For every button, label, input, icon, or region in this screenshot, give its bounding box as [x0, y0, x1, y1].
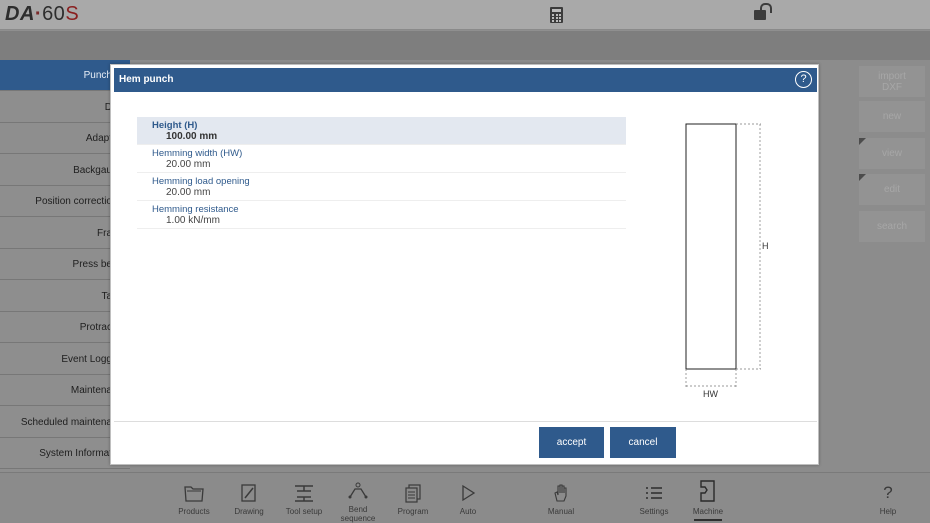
unlock-icon[interactable] — [754, 10, 766, 20]
param-hemming-width[interactable]: Hemming width (HW) 20.00 mm — [137, 145, 626, 173]
param-value: 1.00 kN/mm — [166, 215, 220, 226]
bend-sequence-icon — [348, 482, 368, 499]
accept-button[interactable]: accept — [539, 427, 604, 458]
divider — [114, 421, 817, 422]
param-hemming-load-opening[interactable]: Hemming load opening 20.00 mm — [137, 173, 626, 201]
calculator-icon[interactable] — [550, 7, 563, 23]
logo: DA·60S — [5, 3, 80, 25]
param-label: Hemming load opening — [152, 176, 250, 187]
param-value: 100.00 mm — [166, 131, 218, 142]
folder-icon — [184, 486, 204, 502]
dialog-header: Hem punch ? — [114, 68, 817, 92]
question-icon: ? — [883, 483, 893, 502]
list-icon — [646, 487, 662, 499]
nav-auto[interactable]: Auto — [446, 473, 490, 523]
nav-bend-sequence[interactable]: Bend sequence — [336, 473, 380, 523]
help-icon[interactable]: ? — [795, 71, 812, 88]
title-strip — [0, 31, 930, 60]
nav-tool-setup[interactable]: Tool setup — [282, 473, 326, 523]
nav-machine[interactable]: Machine — [686, 473, 730, 523]
param-value: 20.00 mm — [166, 159, 211, 170]
param-label: Height (H) — [152, 120, 198, 131]
hand-icon — [554, 484, 567, 502]
search-button[interactable]: search — [859, 211, 925, 242]
param-label: Hemming resistance — [152, 204, 239, 215]
param-hemming-resistance[interactable]: Hemming resistance 1.00 kN/mm — [137, 201, 626, 229]
import-dxf-button[interactable]: import DXF — [859, 66, 925, 97]
param-label: Hemming width (HW) — [152, 148, 243, 159]
nav-help[interactable]: ? Help — [866, 473, 910, 523]
dialog-title: Hem punch — [119, 74, 174, 85]
param-height[interactable]: Height (H) 100.00 mm — [137, 117, 626, 145]
width-label: HW — [703, 389, 718, 399]
new-button[interactable]: new — [859, 101, 925, 132]
view-button[interactable]: view — [859, 138, 925, 169]
nav-program[interactable]: Program — [391, 473, 435, 523]
nav-drawing[interactable]: Drawing — [227, 473, 271, 523]
tool-setup-icon — [295, 485, 313, 502]
hem-punch-dialog: Hem punch ? Height (H) 100.00 mm Hemming… — [110, 64, 819, 465]
pencil-icon — [241, 484, 256, 502]
punch-outline — [685, 123, 737, 370]
bottom-nav: Products Drawing Tool setup Bend sequenc… — [0, 472, 930, 523]
top-bar: DA·60S — [0, 0, 930, 30]
param-value: 20.00 mm — [166, 187, 211, 198]
hem-punch-drawing: H HW — [685, 123, 769, 399]
nav-manual[interactable]: Manual — [539, 473, 583, 523]
machine-icon — [700, 480, 715, 502]
nav-products[interactable]: Products — [172, 473, 216, 523]
edit-button[interactable]: edit — [859, 174, 925, 205]
program-icon — [405, 484, 421, 503]
nav-settings[interactable]: Settings — [632, 473, 676, 523]
play-icon — [462, 484, 476, 502]
height-label: H — [762, 241, 769, 251]
cancel-button[interactable]: cancel — [610, 427, 676, 458]
